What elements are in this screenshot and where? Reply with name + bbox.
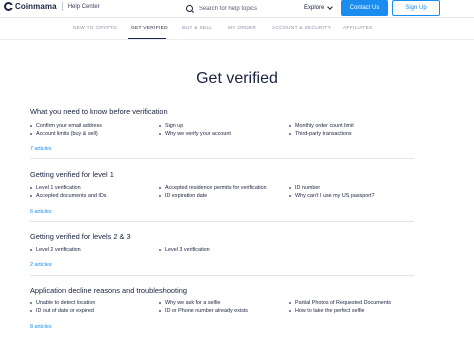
article-column: Confirm your email address Account limit…	[30, 122, 102, 138]
section-level-1: Getting verified for level 1 Level 1 ver…	[30, 170, 414, 215]
logo-text: Coinmama	[15, 2, 57, 11]
bullet-icon	[289, 302, 291, 305]
articles-count-link[interactable]: 7 articles	[30, 146, 52, 152]
logo[interactable]: Coinmama Help Center	[4, 2, 100, 11]
bullet-icon	[159, 310, 161, 313]
explore-dropdown[interactable]: Explore	[304, 4, 334, 11]
section-divider	[30, 158, 414, 159]
tab-affiliates[interactable]: AFFILIATES	[343, 26, 373, 31]
article-link[interactable]: ID expiration date	[159, 192, 267, 200]
bullet-icon	[159, 195, 161, 198]
section-title[interactable]: Getting verified for level 1	[30, 170, 414, 179]
tab-buy-sell[interactable]: BUY & SELL	[182, 26, 212, 31]
article-link[interactable]: Partial Photos of Requested Documents	[289, 299, 391, 307]
article-link[interactable]: Unable to detect location	[30, 299, 95, 307]
bullet-icon	[159, 302, 161, 305]
article-link[interactable]: Account limits (buy & sell)	[30, 130, 102, 138]
logo-divider	[61, 2, 63, 11]
search-bar[interactable]	[186, 3, 279, 15]
help-center-label[interactable]: Help Center	[68, 4, 100, 10]
article-link[interactable]: How to take the perfect selfie	[289, 307, 391, 315]
article-column: ID number Why can't I use my US passport…	[289, 184, 375, 200]
page-title: Get verified	[196, 70, 278, 87]
contact-us-button[interactable]: Contact Us	[341, 0, 388, 16]
article-link[interactable]: Accepted residence permits for verificat…	[159, 184, 267, 192]
article-link[interactable]: Level 1 verification	[30, 184, 106, 192]
bullet-icon	[30, 249, 32, 252]
article-column: Level 2 verification	[30, 246, 81, 254]
nav-divider	[0, 39, 474, 40]
article-link[interactable]: Why we verify your account	[159, 130, 231, 138]
search-input[interactable]	[199, 6, 279, 12]
article-link[interactable]: Level 3 verification	[159, 246, 210, 254]
article-link[interactable]: Sign up	[159, 122, 231, 130]
section-decline-reasons: Application decline reasons and troubles…	[30, 286, 414, 330]
section-title[interactable]: Application decline reasons and troubles…	[30, 286, 414, 295]
bullet-icon	[30, 310, 32, 313]
article-column: Level 3 verification	[159, 246, 210, 254]
bullet-icon	[30, 195, 32, 198]
bullet-icon	[159, 187, 161, 190]
article-link[interactable]: Why we ask for a selfie	[159, 299, 248, 307]
search-icon	[186, 5, 194, 13]
category-nav: NEW TO CRYPTO GET VERIFIED BUY & SELL MY…	[0, 26, 474, 38]
article-column: Why we ask for a selfie ID or Phone numb…	[159, 299, 248, 315]
article-link[interactable]: ID number	[289, 184, 375, 192]
section-title[interactable]: Getting verified for levels 2 & 3	[30, 232, 414, 241]
explore-label: Explore	[304, 5, 325, 11]
section-before-verification: What you need to know before verificatio…	[30, 107, 414, 152]
article-link[interactable]: Accepted documents and IDs	[30, 192, 106, 200]
article-link[interactable]: Why can't I use my US passport?	[289, 192, 375, 200]
article-link[interactable]: Confirm your email address	[30, 122, 102, 130]
article-column: Partial Photos of Requested Documents Ho…	[289, 299, 391, 315]
bullet-icon	[30, 302, 32, 305]
tab-get-verified[interactable]: GET VERIFIED	[131, 26, 168, 31]
articles-count-link[interactable]: 6 articles	[30, 209, 52, 215]
tab-new-to-crypto[interactable]: NEW TO CRYPTO	[73, 26, 117, 31]
bullet-icon	[289, 310, 291, 313]
bullet-icon	[30, 125, 32, 128]
articles-count-link[interactable]: 8 articles	[30, 324, 52, 330]
section-divider	[30, 221, 414, 222]
bullet-icon	[289, 133, 291, 136]
bullet-icon	[289, 125, 291, 128]
bullet-icon	[159, 249, 161, 252]
chevron-down-icon	[327, 4, 334, 10]
tab-account-security[interactable]: ACCOUNT & SECURITY	[272, 26, 331, 31]
bullet-icon	[159, 125, 161, 128]
article-column: Level 1 verification Accepted documents …	[30, 184, 106, 200]
section-divider	[30, 275, 414, 276]
section-title[interactable]: What you need to know before verificatio…	[30, 107, 414, 116]
article-column: Accepted residence permits for verificat…	[159, 184, 267, 200]
bullet-icon	[30, 187, 32, 190]
sign-up-button[interactable]: Sign Up	[392, 0, 440, 16]
bullet-icon	[30, 133, 32, 136]
section-levels-2-3: Getting verified for levels 2 & 3 Level …	[30, 232, 414, 268]
bullet-icon	[289, 195, 291, 198]
article-link[interactable]: ID out of date or expired	[30, 307, 95, 315]
article-column: Sign up Why we verify your account	[159, 122, 231, 138]
articles-count-link[interactable]: 2 articles	[30, 262, 52, 268]
article-link[interactable]: Monthly order count limit	[289, 122, 354, 130]
article-link[interactable]: ID or Phone number already exists	[159, 307, 248, 315]
top-header: Coinmama Help Center Explore Contact Us …	[0, 0, 474, 18]
article-column: Unable to detect location ID out of date…	[30, 299, 95, 315]
article-link[interactable]: Level 2 verification	[30, 246, 81, 254]
bullet-icon	[289, 187, 291, 190]
coinmama-logo-icon	[4, 2, 13, 11]
article-link[interactable]: Third-party transactions	[289, 130, 354, 138]
tab-my-order[interactable]: MY ORDER	[228, 26, 256, 31]
article-column: Monthly order count limit Third-party tr…	[289, 122, 354, 138]
bullet-icon	[159, 133, 161, 136]
